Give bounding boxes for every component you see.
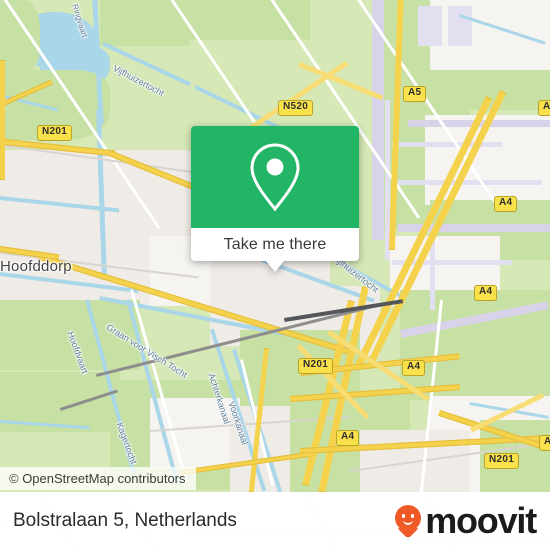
road-shield-n201: N201 — [298, 358, 334, 374]
take-me-there-label: Take me there — [223, 235, 327, 253]
road-shield-n201: N201 — [484, 453, 520, 469]
map-pin-icon — [250, 143, 300, 212]
address-label: Bolstralaan 5, Netherlands — [13, 510, 237, 531]
road-shield-a4: A4 — [538, 100, 550, 116]
popup-pin-panel — [191, 126, 359, 228]
road-shield-n201: N201 — [37, 125, 73, 141]
road-shield-a5: A5 — [403, 86, 427, 102]
footer-bar: Bolstralaan 5, Netherlands moovit — [0, 492, 550, 550]
road-shield-a4: A4 — [336, 430, 360, 446]
moovit-wordmark: moovit — [425, 500, 537, 541]
take-me-there-button[interactable]: Take me there — [191, 228, 359, 261]
moovit-smiley-pin-icon — [395, 504, 422, 539]
road-shield-a4: A4 — [539, 435, 550, 451]
location-popup-card[interactable]: Take me there — [191, 126, 359, 272]
osm-attribution[interactable]: © OpenStreetMap contributors — [0, 467, 196, 490]
map-canvas[interactable]: Hoofddorp Vijfhuizertocht Hoofdvaart Graan … — [0, 0, 550, 492]
road-shield-a4: A4 — [402, 360, 426, 376]
popup-pointer — [266, 261, 284, 272]
map-screenshot-root: Hoofddorp Vijfhuizertocht Hoofdvaart Graan … — [0, 0, 550, 550]
road-shield-a4: A4 — [474, 285, 498, 301]
road-shield-a4: A4 — [494, 196, 518, 212]
moovit-brand[interactable]: moovit — [395, 492, 537, 550]
road-shield-n520: N520 — [278, 100, 314, 116]
